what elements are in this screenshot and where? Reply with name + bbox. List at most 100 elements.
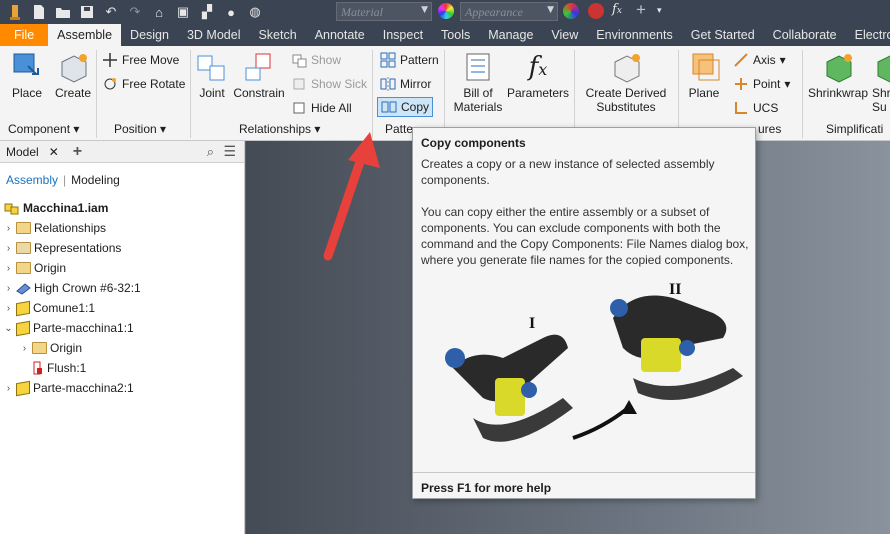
update-icon[interactable]: ▣: [172, 2, 194, 22]
panel-pattern[interactable]: Patte: [385, 122, 413, 140]
tab-modeling[interactable]: Modeling: [71, 173, 120, 187]
bill-of-materials-button[interactable]: Bill of Materials: [449, 50, 507, 114]
tree-item-parte-macchina1[interactable]: ⌄ Parte-macchina1:1: [4, 318, 134, 338]
panel-simplification[interactable]: Simplificati: [826, 122, 883, 140]
chevron-right-icon[interactable]: ›: [4, 263, 13, 274]
open-folder-icon[interactable]: [52, 2, 74, 22]
undo-icon[interactable]: ↶: [100, 2, 122, 22]
show-sick-button[interactable]: Show Sick: [291, 74, 367, 94]
ucs-icon: [735, 102, 747, 114]
divider: [190, 50, 191, 138]
tree-item-label: Relationships: [34, 221, 107, 235]
assembly-i-image: [445, 334, 573, 442]
tab-electromechanical[interactable]: Electrom: [846, 24, 890, 46]
tab-assemble[interactable]: Assemble: [48, 24, 122, 46]
hide-all-button[interactable]: Hide All: [291, 98, 352, 118]
panel-position[interactable]: Position ▾: [114, 122, 166, 140]
tab-annotate[interactable]: Annotate: [306, 24, 374, 46]
tree-item-flush[interactable]: Flush:1: [32, 358, 86, 378]
color-override-icon[interactable]: ●: [220, 2, 242, 22]
tab-get-started[interactable]: Get Started: [682, 24, 764, 46]
panel-relationships[interactable]: Relationships ▾: [239, 122, 320, 140]
color-wheel-icon[interactable]: [438, 3, 454, 19]
axis-button[interactable]: Axis ▾: [733, 50, 786, 70]
create-derived-substitutes-button[interactable]: Create Derived Substitutes: [580, 50, 672, 114]
shrinkwrap-substitute-button[interactable]: Shr Su: [872, 50, 890, 114]
place-button[interactable]: Place: [8, 50, 46, 100]
shrinkwrap-button[interactable]: Shrinkwrap: [806, 50, 870, 100]
constrain-button[interactable]: Constrain: [232, 50, 286, 100]
chevron-right-icon[interactable]: ›: [4, 303, 13, 314]
adjust-icon[interactable]: [563, 3, 579, 19]
select-icon[interactable]: ▞: [196, 2, 218, 22]
parameters-button[interactable]: fx Parameters: [507, 50, 569, 100]
point-label: Point: [753, 77, 781, 91]
tab-design[interactable]: Design: [121, 24, 178, 46]
create-button[interactable]: Create: [54, 50, 92, 100]
tree-item-representations[interactable]: › Representations: [4, 238, 122, 258]
plus-icon[interactable]: +: [636, 0, 646, 20]
copy-button[interactable]: Copy: [377, 97, 434, 117]
folder-icon: [32, 342, 47, 354]
panel-work-features[interactable]: ures: [758, 122, 781, 140]
tree-item-high-crown[interactable]: › High Crown #6-32:1: [4, 278, 141, 298]
tab-manage[interactable]: Manage: [479, 24, 542, 46]
panel-simplification-label: Simplificati: [826, 122, 884, 136]
material-dropdown[interactable]: Material ▼: [336, 2, 432, 21]
axis-icon: [734, 53, 748, 67]
tab-tools[interactable]: Tools: [432, 24, 479, 46]
chevron-right-icon[interactable]: ›: [4, 383, 13, 394]
panel-position-label: Position: [114, 122, 157, 136]
tab-view[interactable]: View: [542, 24, 587, 46]
part-icon: [16, 300, 30, 316]
chevron-right-icon[interactable]: ›: [4, 283, 13, 294]
appearance-icon[interactable]: ◍: [244, 2, 266, 22]
menu-icon[interactable]: ☰: [223, 143, 236, 160]
free-move-button[interactable]: Free Move: [102, 50, 179, 70]
appearance-dropdown[interactable]: Appearance ▼: [460, 2, 558, 21]
fx-icon[interactable]: fx: [612, 2, 622, 17]
home-icon[interactable]: ⌂: [148, 2, 170, 22]
tab-inspect[interactable]: Inspect: [374, 24, 432, 46]
close-icon[interactable]: ✕: [49, 145, 59, 159]
plane-button[interactable]: Plane: [684, 50, 724, 100]
tab-file[interactable]: File: [0, 24, 49, 46]
tree-item-origin[interactable]: › Origin: [4, 258, 66, 278]
tree-item-comune1[interactable]: › Comune1:1: [4, 298, 95, 318]
free-move-icon: [103, 53, 117, 67]
search-icon[interactable]: ⌕: [207, 144, 214, 160]
pattern-button[interactable]: Pattern: [380, 50, 439, 70]
tab-3d-model[interactable]: 3D Model: [178, 24, 250, 46]
tree-item-relationships[interactable]: › Relationships: [4, 218, 106, 238]
tab-assembly[interactable]: Assembly: [6, 173, 58, 187]
chevron-down-icon[interactable]: ⌄: [4, 323, 13, 334]
tooltip-description: Creates a copy or a new instance of sele…: [421, 157, 715, 187]
plus-icon[interactable]: +: [73, 143, 82, 161]
tooltip-title: Copy components: [421, 136, 526, 150]
tab-collaborate[interactable]: Collaborate: [764, 24, 846, 46]
free-rotate-button[interactable]: Free Rotate: [102, 74, 185, 94]
customize-qab-icon[interactable]: ▾: [657, 5, 662, 16]
redo-icon[interactable]: ↷: [124, 2, 146, 22]
tree-item-parte-macchina2[interactable]: › Parte-macchina2:1: [4, 378, 134, 398]
copy-icon: [381, 101, 397, 113]
chevron-right-icon[interactable]: ›: [20, 343, 29, 354]
tree-root[interactable]: Macchina1.iam: [4, 198, 108, 218]
tree-item-origin-child[interactable]: › Origin: [20, 338, 82, 358]
save-icon[interactable]: [76, 2, 98, 22]
tab-sketch[interactable]: Sketch: [249, 24, 305, 46]
ucs-button[interactable]: UCS: [733, 98, 778, 118]
panel-component[interactable]: Component ▾: [8, 122, 79, 140]
tree-item-label: Parte-macchina1:1: [33, 321, 134, 335]
pattern-icon: [380, 52, 396, 68]
point-button[interactable]: Point ▾: [733, 74, 790, 94]
shrinkwrap-substitute-label-1: Shr: [872, 86, 890, 100]
mirror-button[interactable]: Mirror: [380, 74, 431, 94]
clear-appearance-icon[interactable]: [588, 3, 604, 19]
joint-button[interactable]: Joint: [195, 50, 229, 100]
show-button[interactable]: Show: [291, 50, 341, 70]
tab-environments[interactable]: Environments: [587, 24, 681, 46]
chevron-right-icon[interactable]: ›: [4, 223, 13, 234]
chevron-right-icon[interactable]: ›: [4, 243, 13, 254]
new-file-icon[interactable]: [28, 2, 50, 22]
